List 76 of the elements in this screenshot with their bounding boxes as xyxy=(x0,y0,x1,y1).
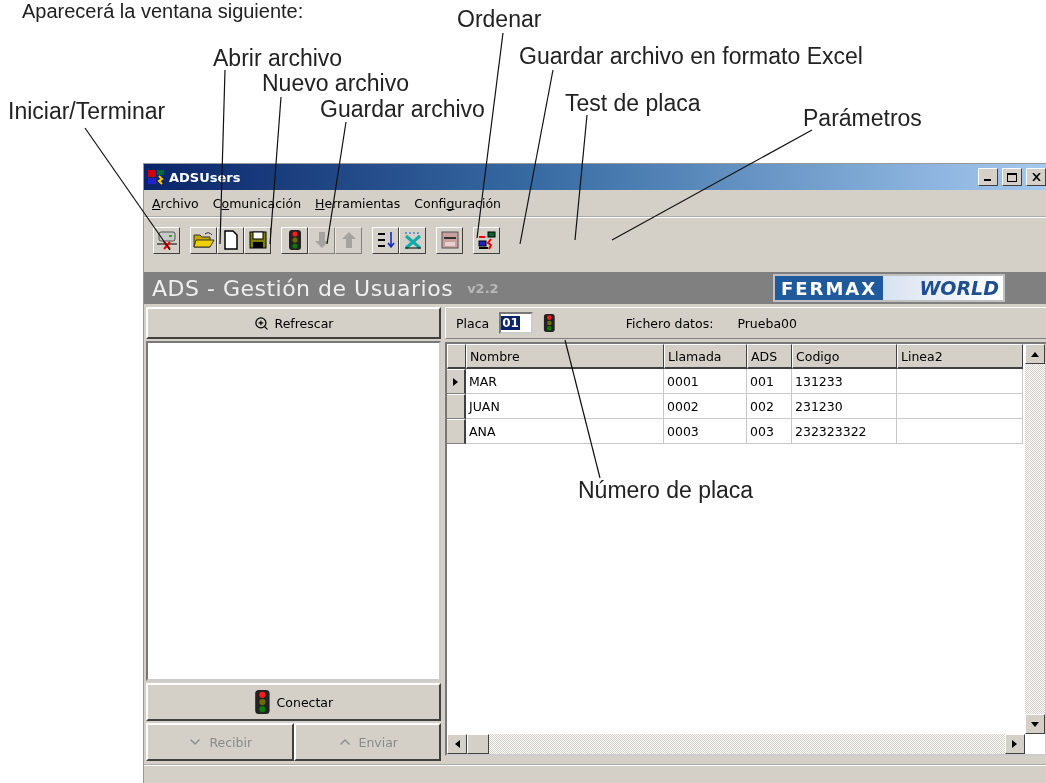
placa-label: Placa xyxy=(456,315,490,331)
toolbar-button[interactable] xyxy=(190,226,217,254)
callout-label: Iniciar/Terminar xyxy=(8,98,166,125)
table-cell: JUAN xyxy=(466,394,664,419)
intro-text: Aparecerá la ventana siguiente: xyxy=(22,0,304,23)
table-cell: 231230 xyxy=(792,394,897,419)
table-cell: 232323322 xyxy=(792,419,897,444)
close-button[interactable] xyxy=(1026,168,1046,186)
callout-label: Nuevo archivo xyxy=(262,70,410,97)
toolbar-button[interactable] xyxy=(473,226,500,254)
table-cell: 002 xyxy=(747,394,792,419)
minimize-button[interactable] xyxy=(978,168,998,186)
callout-label: Abrir archivo xyxy=(213,45,343,72)
table-cell: 131233 xyxy=(792,369,897,394)
version-label: v2.2 xyxy=(467,280,499,296)
scroll-right-button[interactable] xyxy=(1005,734,1025,754)
toolbar-button[interactable] xyxy=(436,226,463,254)
monitor-cross-icon xyxy=(155,230,178,250)
maximize-button[interactable] xyxy=(1002,168,1022,186)
callout-label: Guardar archivo xyxy=(320,96,485,123)
file-label: Fichero datos: xyxy=(625,315,714,331)
callout-label: Número de placa xyxy=(578,477,754,504)
toolbar-button[interactable] xyxy=(244,226,271,254)
sort-icon xyxy=(375,230,396,250)
row-indicator[interactable] xyxy=(447,369,466,394)
row-indicator[interactable] xyxy=(447,394,466,419)
app-heading: ADS - Gestión de Usuarios xyxy=(152,275,454,301)
connect-button[interactable]: Conectar xyxy=(146,683,441,721)
scroll-down-button[interactable] xyxy=(1025,714,1045,734)
callout-label: Guardar archivo en formato Excel xyxy=(519,43,863,70)
device-icon xyxy=(439,230,460,250)
callout-label: Test de placa xyxy=(565,90,701,117)
table-cell: 001 xyxy=(747,369,792,394)
table-cell: 0001 xyxy=(664,369,747,394)
table-cell: 0002 xyxy=(664,394,747,419)
placa-field[interactable]: 01 xyxy=(499,312,534,334)
scroll-left-button[interactable] xyxy=(447,734,467,754)
logo-text: FERMAX xyxy=(775,276,884,300)
traffic-light-icon xyxy=(287,230,302,250)
toolbar-button[interactable] xyxy=(399,226,426,254)
table-cell: ANA xyxy=(466,419,664,444)
logo-text: WORLD xyxy=(883,276,1003,300)
close-icon xyxy=(1031,173,1041,181)
blank-page-icon xyxy=(222,230,239,250)
zoom-in-icon xyxy=(253,315,269,331)
menu-item[interactable]: Herramientas xyxy=(315,195,401,211)
column-header[interactable]: Llamada xyxy=(664,344,747,369)
table-cell: MAR xyxy=(466,369,664,394)
folder-icon xyxy=(192,231,215,249)
table-cell: 003 xyxy=(747,419,792,444)
horizontal-scrollbar[interactable] xyxy=(447,734,1025,754)
refresh-button[interactable]: Refrescar xyxy=(146,307,441,339)
app-icon xyxy=(147,169,165,185)
column-header[interactable]: Codigo xyxy=(792,344,897,369)
vertical-scrollbar[interactable] xyxy=(1025,344,1045,734)
toolbar-button[interactable] xyxy=(372,226,399,254)
toolbar-button[interactable] xyxy=(217,226,244,254)
traffic-light-icon xyxy=(543,314,556,332)
toolbar-button[interactable] xyxy=(153,226,180,254)
scroll-thumb[interactable] xyxy=(467,734,489,754)
callout-label: Parámetros xyxy=(803,105,922,132)
column-header[interactable]: ADS xyxy=(747,344,792,369)
table-cell: 0003 xyxy=(664,419,747,444)
toolbar-button[interactable] xyxy=(281,226,308,254)
traffic-light-icon xyxy=(253,690,271,714)
window-title: ADSUsers xyxy=(169,169,242,185)
column-header[interactable]: Linea2 xyxy=(897,344,1023,369)
maximize-icon xyxy=(1007,172,1017,182)
down-triangle-icon xyxy=(1030,719,1040,729)
row-indicator[interactable] xyxy=(447,419,466,444)
scroll-up-button[interactable] xyxy=(1025,344,1045,364)
column-header[interactable]: Nombre xyxy=(466,344,664,369)
callout-label: Ordenar xyxy=(457,6,542,33)
menu-item[interactable]: Archivo xyxy=(152,195,199,211)
file-name: Prueba00 xyxy=(737,315,797,331)
network-computers-icon xyxy=(476,230,497,250)
